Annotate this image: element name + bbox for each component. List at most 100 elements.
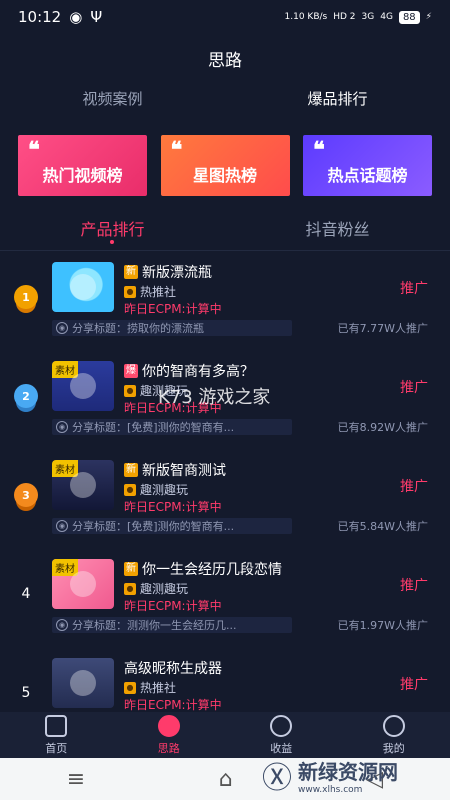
- promoted-count: 已有1.97W人推广: [337, 619, 428, 632]
- new-badge: 新: [124, 463, 138, 477]
- share-text: 分享标题：捞取你的漂流瓶: [72, 322, 204, 335]
- product-thumbnail[interactable]: 素材: [52, 361, 114, 411]
- list-item[interactable]: 4 素材 新 你一生会经历几段恋情 ● 趣测趣玩 昨日ECPM:计算中 推广 ◉…: [0, 549, 450, 648]
- gauge-icon: [70, 373, 96, 399]
- publisher-icon: ●: [124, 285, 136, 298]
- nav-home[interactable]: 首页: [0, 712, 113, 758]
- banner-star-map-list[interactable]: ❝ 星图热榜: [160, 135, 290, 196]
- charging-icon: ⚡: [425, 12, 432, 22]
- list-item[interactable]: 3 素材 新 新版智商测试 ● 趣测趣玩 昨日ECPM:计算中 推广 ◉ 分享标…: [0, 450, 450, 549]
- promote-button[interactable]: 推广: [400, 476, 428, 496]
- product-thumbnail[interactable]: 素材: [52, 559, 114, 609]
- product-thumbnail[interactable]: 素材: [52, 460, 114, 510]
- tab-video-cases[interactable]: 视频案例: [0, 88, 225, 109]
- menu-icon[interactable]: ≡: [67, 767, 85, 792]
- rank-medal: 2: [14, 381, 38, 411]
- tab-douyin-fans[interactable]: 抖音粉丝: [225, 216, 450, 240]
- name-line: 爆 你的智商有多高？: [124, 361, 254, 381]
- promote-button[interactable]: 推广: [400, 575, 428, 595]
- hot-badge: 爆: [124, 364, 138, 378]
- rank-number: 5: [21, 685, 31, 701]
- share-text: 分享标题：测测你一生会经历几...: [72, 619, 237, 632]
- bottle-icon: [70, 274, 96, 300]
- divider: [0, 250, 450, 251]
- share-title[interactable]: ◉ 分享标题：[免费]测你的智商有...: [52, 419, 292, 435]
- product-name: 你一生会经历几段恋情: [142, 562, 282, 578]
- ecpm-text: 昨日ECPM:计算中: [124, 500, 222, 514]
- new-badge: 新: [124, 265, 138, 279]
- top-tabs: 视频案例 爆品排行: [0, 88, 450, 109]
- share-icon: ◉: [56, 520, 68, 532]
- promoted-count: 已有8.92W人推广: [337, 421, 428, 434]
- tab-product-ranking[interactable]: 产品排行: [0, 216, 225, 244]
- xlhs-title: 新绿资源网: [298, 759, 398, 784]
- hd-signal: HD 2: [333, 12, 356, 22]
- product-name: 你的智商有多高？: [142, 364, 254, 380]
- xlhs-url: www.xlhs.com: [298, 784, 363, 795]
- publisher-line: ● 热推社: [124, 679, 176, 696]
- promote-button[interactable]: 推广: [400, 377, 428, 397]
- share-title[interactable]: ◉ 分享标题：[免费]测你的智商有...: [52, 518, 292, 534]
- name-line: 高级昵称生成器: [124, 658, 222, 678]
- silver-medal-icon: 2: [14, 384, 38, 408]
- promote-button[interactable]: 推广: [400, 278, 428, 298]
- publisher-icon: ●: [124, 582, 136, 595]
- banner-label: 星图热榜: [192, 165, 257, 185]
- share-text: 分享标题：[免费]测你的智商有...: [72, 520, 235, 533]
- publisher-icon: ●: [124, 384, 136, 397]
- product-name: 高级昵称生成器: [124, 661, 222, 677]
- quote-icon: ❝: [170, 137, 183, 163]
- share-icon: ◉: [56, 619, 68, 631]
- xlhs-watermark: Ⓧ 新绿资源网 www.xlhs.com: [262, 752, 434, 798]
- active-dot: [110, 240, 114, 244]
- share-icon: ◉: [56, 421, 68, 433]
- ecpm-text: 昨日ECPM:计算中: [124, 302, 222, 316]
- nav-ideas[interactable]: 思路: [113, 712, 226, 758]
- publisher-icon: ●: [124, 483, 136, 496]
- name-line: 新 你一生会经历几段恋情: [124, 559, 282, 579]
- xlhs-text-block: 新绿资源网 www.xlhs.com: [298, 756, 398, 795]
- publisher-icon: ●: [124, 681, 136, 694]
- qq-icon: ◉: [69, 8, 83, 26]
- rank-number: 4: [21, 586, 31, 602]
- ecpm-text: 昨日ECPM:计算中: [124, 599, 222, 613]
- page-title: 思路: [208, 51, 242, 71]
- product-thumbnail[interactable]: [52, 262, 114, 312]
- home-icon: [45, 715, 68, 737]
- product-name: 新版智商测试: [142, 463, 226, 479]
- heart-icon: [70, 571, 96, 597]
- clock: 10:12: [18, 8, 62, 26]
- promoted-count: 已有5.84W人推广: [337, 520, 428, 533]
- gold-medal-icon: 1: [14, 285, 38, 309]
- banner-label: 热门视频榜: [42, 165, 123, 185]
- publisher-line: ● 热推社: [124, 283, 176, 300]
- nav-label: 首页: [45, 742, 68, 755]
- nav-label: 思路: [157, 742, 180, 755]
- home-system-icon[interactable]: ⌂: [219, 767, 233, 792]
- promoted-count: 已有7.77W人推广: [337, 322, 428, 335]
- promote-button[interactable]: 推广: [400, 674, 428, 694]
- share-icon: ◉: [56, 322, 68, 334]
- banner-hot-video-list[interactable]: ❝ 热门视频榜: [18, 135, 147, 196]
- share-title[interactable]: ◉ 分享标题：捞取你的漂流瓶: [52, 320, 292, 336]
- banner-label: 热点话题榜: [327, 165, 408, 185]
- ideas-icon: [157, 715, 180, 737]
- name-line: 新 新版漂流瓶: [124, 262, 212, 282]
- net-speed: 1.10 KB/s: [284, 12, 328, 22]
- earnings-icon: [270, 715, 293, 737]
- rank-medal: 3: [14, 480, 38, 510]
- product-name: 新版漂流瓶: [142, 265, 212, 281]
- status-right: 1.10 KB/s HD 2 3G 4G 88 ⚡: [284, 10, 432, 24]
- publisher-name: 热推社: [140, 285, 177, 299]
- list-item[interactable]: 1 新 新版漂流瓶 ● 热推社 昨日ECPM:计算中 推广 ◉ 分享标题：捞取你…: [0, 252, 450, 351]
- tab-hot-ranking[interactable]: 爆品排行: [225, 88, 450, 109]
- battery-icon: 88: [398, 10, 420, 24]
- share-title[interactable]: ◉ 分享标题：测测你一生会经历几...: [52, 617, 292, 633]
- signal-4g: 4G: [380, 12, 393, 22]
- product-thumbnail[interactable]: [52, 658, 114, 708]
- banner-hot-topic-list[interactable]: ❝ 热点话题榜: [303, 135, 432, 196]
- usb-icon: Ψ: [90, 8, 103, 26]
- bronze-medal-icon: 3: [14, 483, 38, 507]
- publisher-name: 热推社: [140, 681, 177, 695]
- publisher-name: 趣测趣玩: [140, 582, 189, 596]
